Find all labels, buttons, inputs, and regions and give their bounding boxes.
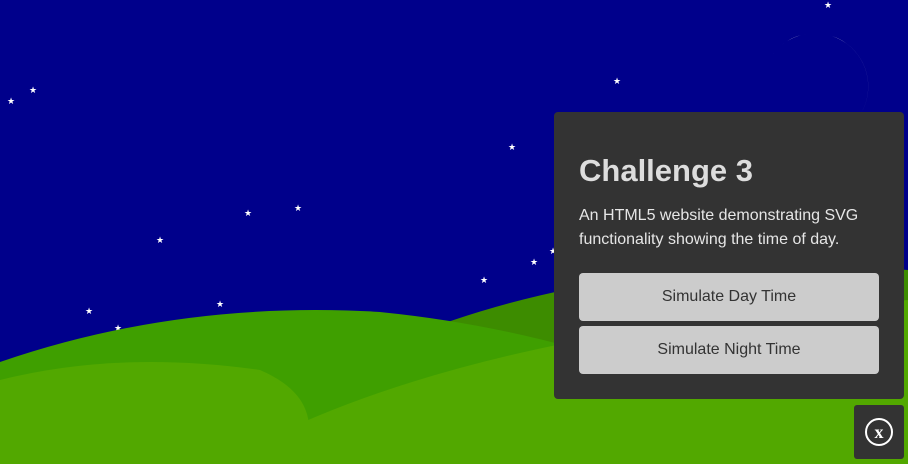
close-icon: x — [865, 418, 893, 446]
info-panel: Challenge 3 An HTML5 website demonstrati… — [554, 112, 904, 399]
star: ★ — [508, 143, 516, 153]
star: ★ — [29, 86, 37, 96]
star: ★ — [156, 236, 164, 246]
star: ★ — [85, 307, 93, 317]
page-description: An HTML5 website demonstrating SVG funct… — [579, 207, 859, 248]
star: ★ — [7, 97, 15, 107]
simulate-night-button[interactable]: Simulate Night Time — [579, 326, 879, 374]
star: ★ — [530, 258, 538, 268]
star: ★ — [244, 209, 252, 219]
simulate-day-button[interactable]: Simulate Day Time — [579, 273, 879, 321]
star: ★ — [613, 77, 621, 87]
close-button[interactable]: x — [854, 405, 904, 459]
page-title: Challenge 3 — [579, 153, 753, 188]
star: ★ — [480, 276, 488, 286]
close-icon-glyph: x — [875, 422, 884, 442]
front-left-hill — [0, 362, 309, 464]
star: ★ — [824, 1, 832, 11]
star: ★ — [216, 300, 224, 310]
star: ★ — [294, 204, 302, 214]
